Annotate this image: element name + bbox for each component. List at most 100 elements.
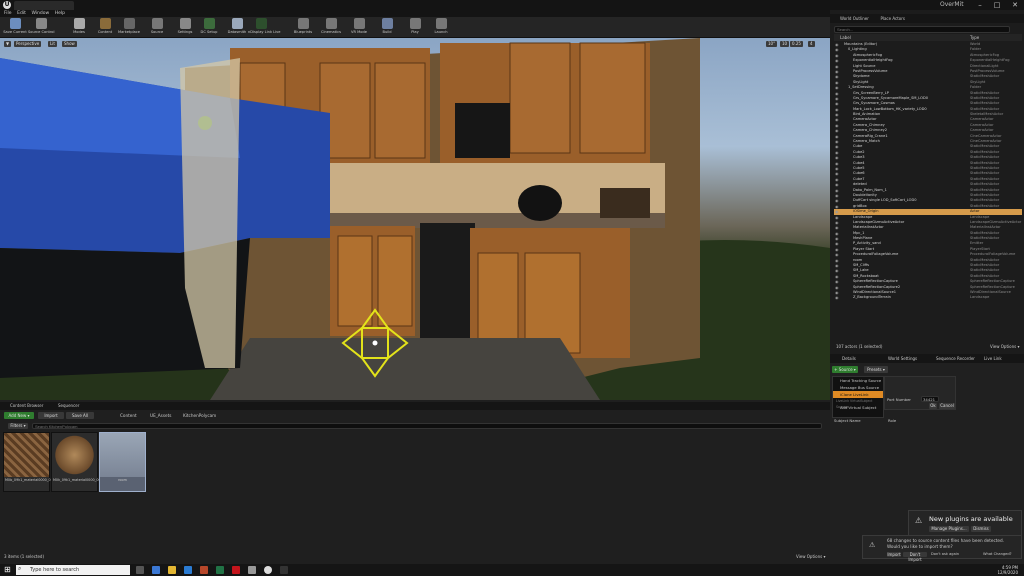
- port-number-field[interactable]: 34421: [921, 396, 939, 402]
- datasmith-button[interactable]: Datasmith: [224, 17, 250, 38]
- show-button[interactable]: Show: [62, 41, 77, 47]
- tab-world-outliner[interactable]: World Outliner: [840, 14, 869, 23]
- tab-details[interactable]: Details: [842, 356, 856, 361]
- source-button[interactable]: Source: [144, 17, 170, 38]
- marketplace-icon: [123, 18, 135, 29]
- cinematics-button[interactable]: Cinematics: [318, 17, 344, 38]
- vr-mode-button[interactable]: VR Mode: [346, 17, 372, 38]
- dont-ask-checkbox[interactable]: Don't ask again: [931, 552, 959, 556]
- dc-setup-icon: [203, 18, 215, 29]
- dc-setup-button[interactable]: DC Setup: [196, 17, 222, 38]
- launch-button[interactable]: Launch: [428, 17, 454, 38]
- edge-icon[interactable]: [152, 566, 160, 574]
- import-changes-button[interactable]: Import: [887, 552, 901, 557]
- tab-sequencer[interactable]: Sequencer: [58, 403, 79, 408]
- add-virtual-subject[interactable]: Add Virtual Subject: [833, 404, 883, 411]
- source-control-button[interactable]: Source Control: [28, 17, 54, 38]
- maximize-button[interactable]: □: [989, 0, 1005, 10]
- presets-button[interactable]: Presets ▾: [864, 366, 888, 373]
- taskbar-search[interactable]: Type here to search: [16, 565, 130, 575]
- viewport-menu-button[interactable]: ▼: [4, 41, 12, 47]
- cancel-button[interactable]: Cancel: [939, 403, 955, 409]
- rotation-snap-button[interactable]: 10°: [766, 41, 778, 47]
- excel-icon[interactable]: [216, 566, 224, 574]
- import-button[interactable]: Import: [38, 412, 64, 419]
- lit-button[interactable]: Lit: [48, 41, 57, 47]
- close-window-button[interactable]: ✕: [1007, 0, 1023, 10]
- marketplace-button[interactable]: Marketplace: [116, 17, 142, 38]
- ndisplay-button[interactable]: nDisplay Link Live: [248, 17, 281, 38]
- dismiss-button[interactable]: Dismiss: [971, 526, 991, 532]
- menu-file[interactable]: File: [4, 10, 12, 17]
- app-icon[interactable]: [280, 566, 288, 574]
- menu-edit[interactable]: Edit: [17, 10, 26, 17]
- add-new-button[interactable]: Add New ▾: [4, 412, 34, 419]
- tab-sequence-recorder[interactable]: Sequence Recorder: [936, 356, 975, 361]
- asset-tile[interactable]: M0b_09k1_material0000_001_fib_dict_diffu…: [3, 432, 82, 492]
- tab-content-browser[interactable]: Content Browser: [10, 403, 43, 408]
- unreal-taskbar-icon[interactable]: [264, 566, 272, 574]
- outliner-row[interactable]: ◉ Z_BackgroundTerrain Landscape: [834, 295, 1022, 300]
- filters-button[interactable]: Filters ▾: [8, 423, 28, 429]
- acrobat-icon[interactable]: [232, 566, 240, 574]
- type-column-header[interactable]: Type: [970, 34, 979, 41]
- subject-name-value: Role: [888, 418, 897, 423]
- tab-world-settings[interactable]: World Settings: [888, 356, 917, 361]
- content-button[interactable]: Content: [92, 17, 118, 38]
- build-button[interactable]: Build: [374, 17, 400, 38]
- app-icon[interactable]: [248, 566, 256, 574]
- menu-help[interactable]: Help: [55, 10, 65, 17]
- browser-view-options[interactable]: View Options ▾: [796, 554, 825, 559]
- level-viewport[interactable]: ▼ Perspective Lit Show 10° 10 0.25 4: [0, 38, 830, 400]
- content-icon: [99, 18, 111, 29]
- visibility-eye-icon[interactable]: ◉: [835, 295, 839, 300]
- menu-hand-tracking[interactable]: Hand Tracking Source: [833, 377, 883, 384]
- plugins-title: New plugins are available: [929, 515, 1013, 523]
- menu-message-bus[interactable]: Message Bus Source: [833, 384, 883, 391]
- cinematics-icon: [325, 18, 337, 29]
- dont-import-button[interactable]: Don't Import: [903, 552, 927, 562]
- play-button[interactable]: Play: [402, 17, 428, 38]
- clock-date[interactable]: 12/9/2020: [972, 570, 1018, 575]
- manage-plugins-button[interactable]: Manage Plugins...: [929, 526, 969, 532]
- what-changed-link[interactable]: What Changed?: [983, 552, 1012, 556]
- content-search-input[interactable]: [32, 423, 822, 429]
- outliner-status: 107 actors (1 selected): [836, 344, 883, 349]
- modes-button[interactable]: Modes: [66, 17, 92, 38]
- outliner-search-input[interactable]: [834, 26, 1010, 33]
- main-toolbar: Save Current Source Control Modes Content Ma…: [0, 17, 830, 38]
- camera-speed-button[interactable]: 0.25: [790, 41, 803, 47]
- outliner-view-options[interactable]: View Options ▾: [990, 344, 1019, 349]
- path-ue-assets[interactable]: UE_Assets: [150, 413, 171, 418]
- app-icon[interactable]: [200, 566, 208, 574]
- level-tab[interactable]: [14, 1, 74, 10]
- label-column-header[interactable]: Label: [840, 34, 851, 41]
- task-view-icon[interactable]: [136, 566, 144, 574]
- save-all-button[interactable]: Save All: [66, 412, 94, 419]
- windows-taskbar: ⊞ Type here to search ⌕ 4:59 PM 12/9/202…: [0, 564, 1024, 576]
- asset-tile[interactable]: M0k_09k1_material0000_001_baked: [51, 432, 115, 492]
- ok-button[interactable]: Ok: [929, 403, 937, 409]
- toolbar-label: Save Current: [3, 30, 27, 34]
- windows-start-icon[interactable]: ⊞: [4, 566, 12, 574]
- maximize-viewport-button[interactable]: 4: [808, 41, 815, 47]
- asset-tile-selected[interactable]: room: [99, 432, 146, 492]
- blueprints-button[interactable]: Blueprints: [290, 17, 316, 38]
- save-button[interactable]: Save Current: [2, 17, 28, 38]
- scale-snap-button[interactable]: 10: [780, 41, 790, 47]
- store-icon[interactable]: [184, 566, 192, 574]
- tab-live-link[interactable]: Live Link: [984, 356, 1002, 361]
- tab-place-actors[interactable]: Place Actors: [880, 14, 905, 23]
- path-content[interactable]: Content: [120, 413, 137, 418]
- explorer-icon[interactable]: [168, 566, 176, 574]
- minimize-button[interactable]: –: [972, 0, 988, 10]
- source-control-icon: [35, 18, 47, 29]
- menu-window[interactable]: Window: [31, 10, 49, 17]
- perspective-button[interactable]: Perspective: [14, 41, 42, 47]
- add-source-button[interactable]: + Source ▾: [832, 366, 858, 373]
- settings-button[interactable]: Settings: [172, 17, 198, 38]
- path-kitchenpolycam[interactable]: KitchenPolycam: [183, 413, 216, 418]
- warning-icon: ⚠: [869, 541, 876, 549]
- menu-iclone-livelink[interactable]: iClone LiveLink: [833, 391, 883, 398]
- plugins-notification: ⚠ New plugins are available Manage Plugi…: [908, 510, 1022, 536]
